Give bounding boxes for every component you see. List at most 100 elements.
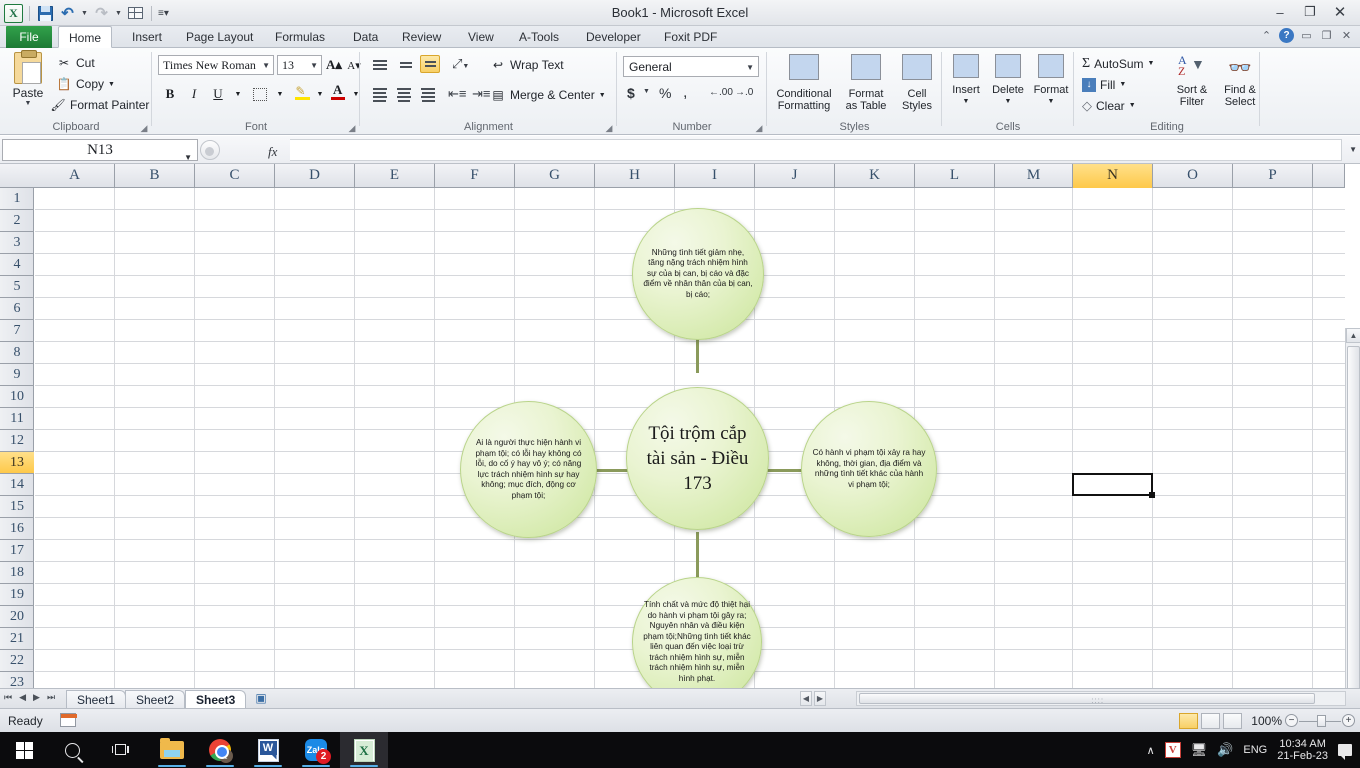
row-header-18[interactable]: 18 <box>0 562 34 584</box>
notifications-icon[interactable] <box>1338 744 1352 760</box>
show-hidden-icons[interactable]: ∧ <box>1147 744 1155 757</box>
align-left-button[interactable] <box>370 86 390 104</box>
sheet-tab-sheet2[interactable]: Sheet2 <box>125 690 186 708</box>
font-size-dropdown-icon[interactable]: ▼ <box>310 61 318 70</box>
underline-dropdown-icon[interactable]: ▼ <box>228 84 248 104</box>
chrome-button[interactable]: t <box>196 732 244 768</box>
format-cells-button[interactable]: Format ▼ <box>1030 54 1072 108</box>
row-header-11[interactable]: 11 <box>0 408 34 430</box>
horizontal-scroll-thumb[interactable] <box>859 693 1315 704</box>
column-header-N[interactable]: N <box>1073 164 1153 188</box>
formula-bar-buttons[interactable]: fx <box>200 139 290 161</box>
paste-dropdown-icon[interactable]: ▼ <box>6 100 50 107</box>
column-header-O[interactable]: O <box>1153 164 1233 188</box>
zalo-button[interactable]: Zalo 2 <box>292 732 340 768</box>
minimize-doc-icon[interactable]: ▭ <box>1299 28 1314 43</box>
tab-page-layout[interactable]: Page Layout <box>176 26 263 48</box>
close-button[interactable]: ✕ <box>1326 2 1354 22</box>
column-header-E[interactable]: E <box>355 164 435 188</box>
row-header-4[interactable]: 4 <box>0 254 34 276</box>
increase-indent-button[interactable]: ⇥≡ <box>472 86 490 102</box>
align-bottom-button[interactable] <box>420 55 440 73</box>
volume-icon[interactable]: 🔊 <box>1217 742 1233 758</box>
diagram-node-center[interactable]: Tội trộm cắp tài sản - Điều 173 <box>626 387 769 530</box>
row-header-23[interactable]: 23 <box>0 672 34 688</box>
conditional-formatting-button[interactable]: Conditional Formatting <box>773 54 835 112</box>
fill-color-button[interactable]: ✎ <box>292 82 312 102</box>
help-icon[interactable]: ? <box>1279 28 1294 43</box>
hscroll-split-left[interactable]: ◀ <box>800 691 812 706</box>
column-header-D[interactable]: D <box>275 164 355 188</box>
start-button[interactable] <box>0 732 48 768</box>
increase-decimal-button[interactable]: ←.00 <box>709 87 733 98</box>
tab-a-tools[interactable]: A-Tools <box>509 26 569 48</box>
number-format-dropdown-icon[interactable]: ▼ <box>746 63 754 72</box>
number-format-select[interactable]: General ▼ <box>623 56 759 77</box>
insert-function-icon[interactable]: fx <box>268 144 277 160</box>
fill-color-dropdown-icon[interactable]: ▼ <box>310 84 330 104</box>
next-sheet-button[interactable]: ▶ <box>33 692 40 703</box>
view-buttons[interactable] <box>1179 713 1242 729</box>
zoom-slider[interactable]: − + <box>1285 713 1355 729</box>
delete-cells-button[interactable]: Delete ▼ <box>987 54 1029 108</box>
tab-file[interactable]: File <box>6 26 52 48</box>
file-explorer-button[interactable] <box>148 732 196 768</box>
expand-formula-bar-button[interactable] <box>200 140 220 160</box>
formula-input[interactable] <box>290 139 1342 161</box>
task-view-button[interactable] <box>96 732 144 768</box>
zoom-in-button[interactable]: + <box>1342 714 1355 727</box>
fill-button[interactable]: ↓ Fill ▼ <box>1082 75 1126 94</box>
close-doc-icon[interactable]: ✕ <box>1339 28 1354 43</box>
hscroll-split-right[interactable]: ▶ <box>814 691 826 706</box>
cell-styles-button[interactable]: Cell Styles <box>895 54 939 112</box>
page-break-view-button[interactable] <box>1223 713 1242 729</box>
row-header-1[interactable]: 1 <box>0 188 34 210</box>
percent-button[interactable]: % <box>659 85 671 101</box>
restore-button[interactable]: ❐ <box>1296 2 1324 22</box>
tab-formulas[interactable]: Formulas <box>265 26 335 48</box>
row-header-14[interactable]: 14 <box>0 474 34 496</box>
column-header-K[interactable]: K <box>835 164 915 188</box>
selected-cell-N13[interactable] <box>1072 473 1155 498</box>
worksheet-grid[interactable]: A B C D E F G H I J K L M N O P 1 2 3 4 … <box>0 164 1360 688</box>
decrease-indent-button[interactable]: ⇤≡ <box>448 86 466 102</box>
format-as-table-button[interactable]: Format as Table <box>837 54 895 112</box>
row-header-5[interactable]: 5 <box>0 276 34 298</box>
increase-font-size-button[interactable]: A▴ <box>324 55 344 75</box>
clear-button[interactable]: ◇ Clear ▼ <box>1082 96 1136 115</box>
row-header-22[interactable]: 22 <box>0 650 34 672</box>
normal-view-button[interactable] <box>1179 713 1198 729</box>
find-select-button[interactable]: 👓 Find & Select <box>1216 54 1264 108</box>
vertical-scrollbar[interactable]: ▲ ▼ <box>1345 328 1360 688</box>
cell-area[interactable]: Những tình tiết giảm nhẹ, tăng nặng trác… <box>35 188 1345 688</box>
language-indicator[interactable]: ENG <box>1243 744 1267 756</box>
diagram-node-top[interactable]: Những tình tiết giảm nhẹ, tăng nặng trác… <box>632 208 764 340</box>
vertical-scroll-thumb[interactable] <box>1347 346 1360 688</box>
system-tray[interactable]: ∧ V 🖥 🔊 ENG 10:34 AM 21-Feb-23 <box>1147 732 1360 768</box>
last-sheet-button[interactable]: ⏭ <box>47 692 55 703</box>
align-top-button[interactable] <box>370 56 390 74</box>
insert-cells-button[interactable]: Insert ▼ <box>946 54 986 108</box>
currency-button[interactable]: $ <box>627 85 635 101</box>
column-header-J[interactable]: J <box>755 164 835 188</box>
row-header-16[interactable]: 16 <box>0 518 34 540</box>
tab-insert[interactable]: Insert <box>122 26 172 48</box>
align-right-button[interactable] <box>418 86 438 104</box>
underline-button[interactable]: U <box>208 84 228 104</box>
prev-sheet-button[interactable]: ◀ <box>19 692 26 703</box>
row-header-9[interactable]: 9 <box>0 364 34 386</box>
search-button[interactable] <box>48 732 96 768</box>
borders-dropdown-icon[interactable]: ▼ <box>270 84 290 104</box>
borders-button[interactable] <box>250 84 270 104</box>
zoom-slider-thumb[interactable] <box>1317 715 1326 727</box>
first-sheet-button[interactable]: ⏮ <box>4 692 12 703</box>
sort-filter-button[interactable]: A Z ▼ Sort & Filter <box>1170 54 1214 108</box>
clock[interactable]: 10:34 AM 21-Feb-23 <box>1277 738 1328 762</box>
currency-dropdown-icon[interactable]: ▼ <box>643 88 650 95</box>
align-center-button[interactable] <box>394 86 414 104</box>
column-header-C[interactable]: C <box>195 164 275 188</box>
name-box[interactable]: N13 ▼ <box>2 139 198 162</box>
font-dialog-launcher[interactable]: ◢ <box>347 123 357 133</box>
row-header-20[interactable]: 20 <box>0 606 34 628</box>
tab-foxit-pdf[interactable]: Foxit PDF <box>654 26 727 48</box>
